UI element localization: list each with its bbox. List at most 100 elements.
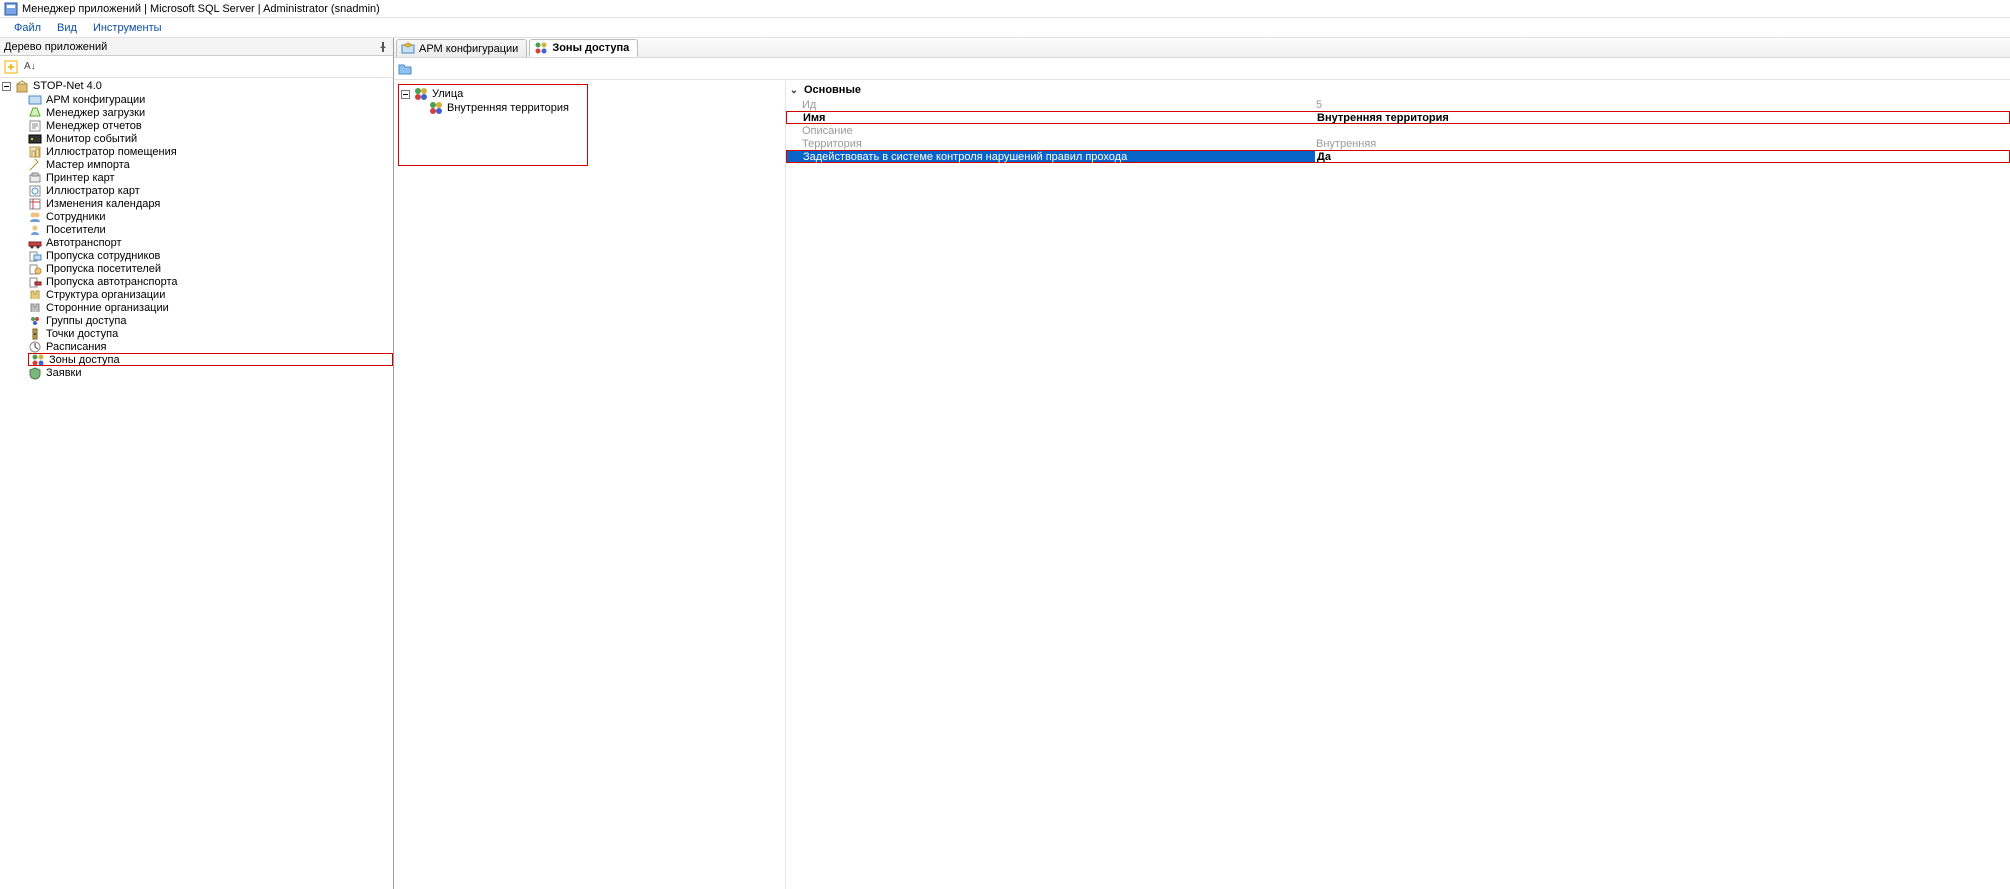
tree-item-label: Пропуска автотранспорта xyxy=(46,276,178,288)
property-row[interactable]: Описание xyxy=(786,124,2010,137)
zone-icon xyxy=(414,87,428,101)
collapse-icon[interactable] xyxy=(2,82,11,91)
chevron-down-icon[interactable]: ⌄ xyxy=(788,85,800,96)
property-value[interactable] xyxy=(1314,124,2010,137)
tree-item-label: Группы доступа xyxy=(46,315,126,327)
title-bar: Менеджер приложений | Microsoft SQL Serv… xyxy=(0,0,2010,18)
menu-view[interactable]: Вид xyxy=(49,20,85,36)
tree-item-label: АРМ конфигурации xyxy=(46,94,145,106)
zone-tree-box: Улица Внутренняя территория xyxy=(398,84,588,166)
property-row[interactable]: ИмяВнутренняя территория xyxy=(786,111,2010,124)
package-icon xyxy=(15,80,29,94)
tree-item-label: Точки доступа xyxy=(46,328,118,340)
zone-tree-panel: Улица Внутренняя территория xyxy=(394,80,786,889)
property-row[interactable]: Ид5 xyxy=(786,98,2010,111)
tree-item-label: Посетители xyxy=(46,224,106,236)
collapse-icon[interactable] xyxy=(401,90,410,99)
app-item-icon xyxy=(28,197,42,211)
tree-item-label: Монитор событий xyxy=(46,133,137,145)
tree-item-label: Принтер карт xyxy=(46,172,115,184)
property-row[interactable]: ТерриторияВнутренняя xyxy=(786,137,2010,150)
main-area: Дерево приложений А↓ STOP-Net 4.0АРМ кон… xyxy=(0,38,2010,889)
zone-icon xyxy=(429,101,443,115)
property-value[interactable]: Внутренняя xyxy=(1314,137,2010,150)
tree-item[interactable]: Точки доступа xyxy=(0,327,393,340)
tree-item[interactable]: Мастер импорта xyxy=(0,158,393,171)
app-item-icon xyxy=(28,301,42,315)
folder-icon[interactable] xyxy=(398,62,412,76)
tab[interactable]: Зоны доступа xyxy=(529,39,638,57)
tab[interactable]: АРМ конфигурации xyxy=(396,39,527,57)
tree-item[interactable]: Изменения календаря xyxy=(0,197,393,210)
tree-item-label: Иллюстратор карт xyxy=(46,185,140,197)
property-panel: ⌄ Основные Ид5ИмяВнутренняя территорияОп… xyxy=(786,80,2010,889)
tree-item[interactable]: Пропуска посетителей xyxy=(0,262,393,275)
tree-item[interactable]: Группы доступа xyxy=(0,314,393,327)
tree-item[interactable]: Сотрудники xyxy=(0,210,393,223)
tree-item[interactable]: Менеджер загрузки xyxy=(0,106,393,119)
tree-item[interactable]: Сторонние организации xyxy=(0,301,393,314)
app-tree[interactable]: STOP-Net 4.0АРМ конфигурацииМенеджер заг… xyxy=(0,78,393,889)
tree-item-label: Пропуска сотрудников xyxy=(46,250,160,262)
app-item-icon xyxy=(28,93,42,107)
tree-item-label: Пропуска посетителей xyxy=(46,263,161,275)
document-area: АРМ конфигурацииЗоны доступа Улица xyxy=(394,38,2010,889)
tree-item-label: Менеджер загрузки xyxy=(46,107,145,119)
sort-alpha[interactable]: А↓ xyxy=(24,61,36,72)
expand-icon[interactable] xyxy=(4,60,18,74)
app-icon xyxy=(4,2,18,16)
tree-item[interactable]: Менеджер отчетов xyxy=(0,119,393,132)
zone-child-row[interactable]: Внутренняя территория xyxy=(401,101,585,115)
property-value[interactable]: Внутренняя территория xyxy=(1315,112,2009,123)
document-toolbar xyxy=(394,58,2010,80)
app-item-icon xyxy=(28,210,42,224)
tree-item[interactable]: Расписания xyxy=(0,340,393,353)
tree-item[interactable]: Монитор событий xyxy=(0,132,393,145)
tree-item-label: Заявки xyxy=(46,367,82,379)
tree-item-label: Менеджер отчетов xyxy=(46,120,142,132)
tree-item[interactable]: Заявки xyxy=(0,366,393,379)
tree-item[interactable]: Автотранспорт xyxy=(0,236,393,249)
property-value[interactable]: 5 xyxy=(1314,98,2010,111)
tree-item[interactable]: Принтер карт xyxy=(0,171,393,184)
window-title: Менеджер приложений | Microsoft SQL Serv… xyxy=(22,3,380,15)
app-item-icon xyxy=(28,119,42,133)
app-item-icon xyxy=(28,366,42,380)
app-tree-title: Дерево приложений xyxy=(4,41,107,53)
tree-item[interactable]: Посетители xyxy=(0,223,393,236)
app-item-icon xyxy=(28,223,42,237)
tree-item[interactable]: Структура организации xyxy=(0,288,393,301)
property-row[interactable]: Задействовать в системе контроля нарушен… xyxy=(786,150,2010,163)
tab-strip: АРМ конфигурацииЗоны доступа xyxy=(394,38,2010,58)
app-item-icon xyxy=(28,249,42,263)
app-item-icon xyxy=(28,262,42,276)
app-item-icon xyxy=(28,275,42,289)
tree-item[interactable]: Пропуска сотрудников xyxy=(0,249,393,262)
app-tree-panel: Дерево приложений А↓ STOP-Net 4.0АРМ кон… xyxy=(0,38,394,889)
zone-root-row[interactable]: Улица xyxy=(401,87,585,101)
document-content: Улица Внутренняя территория ⌄ Основные xyxy=(394,80,2010,889)
menu-tools[interactable]: Инструменты xyxy=(85,20,170,36)
app-tree-header: Дерево приложений xyxy=(0,38,393,56)
tree-root-label: STOP-Net 4.0 xyxy=(33,80,102,93)
tree-item[interactable]: АРМ конфигурации xyxy=(0,93,393,106)
tree-root[interactable]: STOP-Net 4.0 xyxy=(0,80,393,93)
app-item-icon xyxy=(28,132,42,146)
tree-item-label: Сторонние организации xyxy=(46,302,169,314)
tree-item-label: Мастер импорта xyxy=(46,159,130,171)
app-item-icon xyxy=(28,288,42,302)
tree-item[interactable]: Пропуска автотранспорта xyxy=(0,275,393,288)
tree-item[interactable]: Иллюстратор карт xyxy=(0,184,393,197)
tree-item-label: Зоны доступа xyxy=(49,354,120,366)
property-group-header[interactable]: ⌄ Основные xyxy=(786,82,2010,98)
tree-item[interactable]: Иллюстратор помещения xyxy=(0,145,393,158)
property-value[interactable]: Да xyxy=(1315,151,2009,162)
property-label: Задействовать в системе контроля нарушен… xyxy=(787,151,1315,162)
app-item-icon xyxy=(28,314,42,328)
pin-icon[interactable] xyxy=(377,41,389,53)
property-label: Имя xyxy=(787,112,1315,123)
menu-file[interactable]: Файл xyxy=(6,20,49,36)
tree-item[interactable]: Зоны доступа xyxy=(28,353,393,366)
app-item-icon xyxy=(31,353,45,367)
tree-item-label: Автотранспорт xyxy=(46,237,122,249)
